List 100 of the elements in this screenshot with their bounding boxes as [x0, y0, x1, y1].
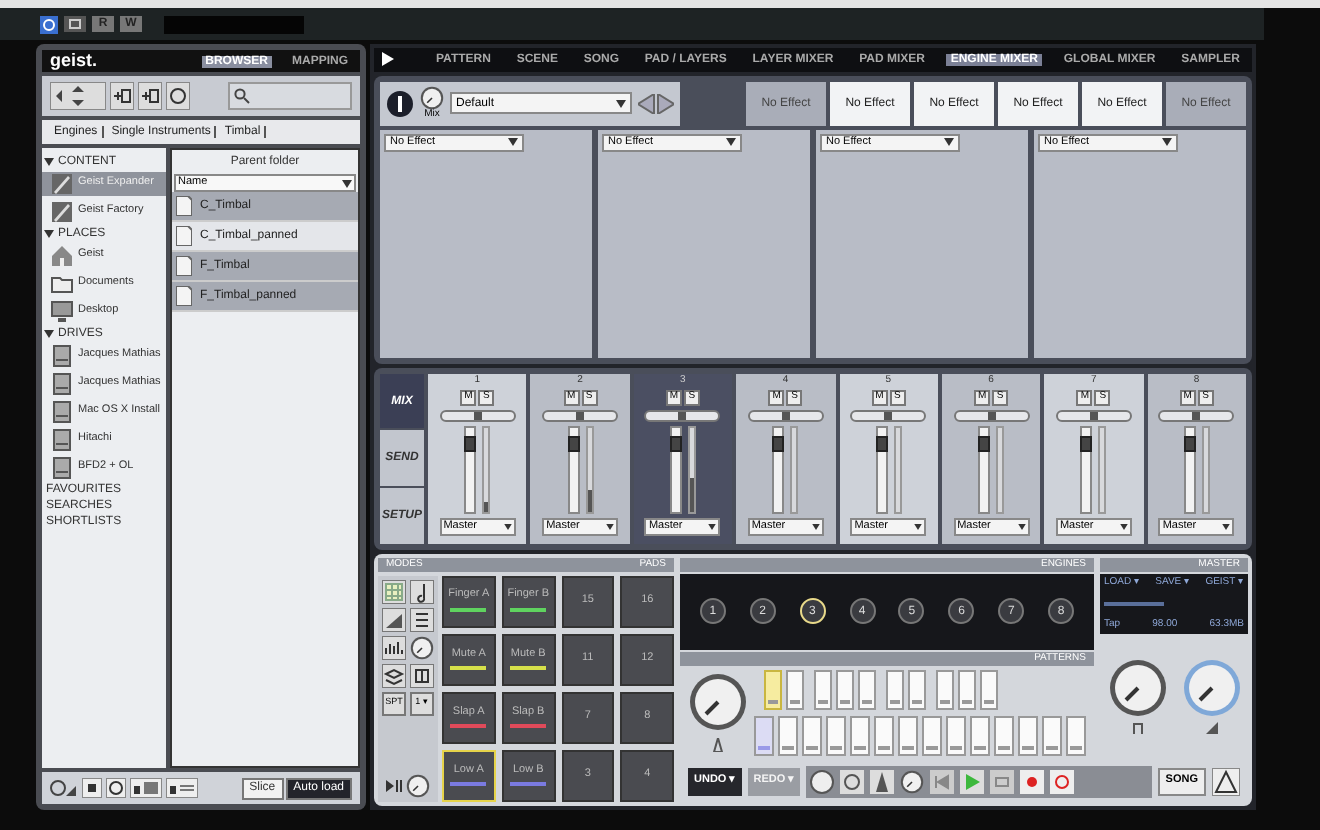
search-field[interactable] — [228, 82, 352, 110]
pattern-button[interactable] — [1018, 715, 1038, 756]
fader-thumb[interactable] — [464, 436, 477, 453]
compare-icon[interactable] — [64, 16, 86, 32]
pan-slider[interactable] — [1158, 409, 1235, 422]
note-icon[interactable] — [410, 579, 434, 604]
split-icon[interactable] — [410, 663, 434, 688]
power-icon[interactable] — [40, 15, 58, 33]
fader-track[interactable] — [772, 425, 785, 514]
knob[interactable] — [1107, 658, 1167, 719]
pan-thumb[interactable] — [1192, 411, 1201, 420]
fader-thumb[interactable] — [978, 436, 991, 453]
play-circle-icon[interactable] — [106, 778, 126, 798]
layers-icon[interactable] — [382, 663, 406, 688]
pattern-button[interactable] — [908, 669, 926, 710]
ramp-icon[interactable] — [382, 607, 406, 632]
pan-thumb[interactable] — [678, 411, 687, 420]
knob[interactable] — [688, 672, 748, 733]
pattern-button[interactable] — [936, 669, 954, 710]
pattern-button[interactable] — [1066, 715, 1086, 756]
fader-thumb[interactable] — [875, 436, 888, 453]
preset-field[interactable] — [164, 15, 304, 33]
nav-arrows-icon[interactable] — [50, 82, 106, 110]
expand-triangle-icon[interactable] — [44, 229, 54, 239]
pattern-button[interactable] — [970, 715, 990, 756]
caret-icon — [914, 523, 923, 530]
metronome-icon[interactable] — [870, 770, 895, 795]
pan-thumb[interactable] — [987, 411, 996, 420]
pan-thumb[interactable] — [884, 411, 893, 420]
pan-thumb[interactable] — [781, 411, 790, 420]
pattern-button[interactable] — [946, 715, 966, 756]
knob[interactable] — [900, 770, 925, 795]
lock-grid-icon[interactable] — [130, 778, 162, 798]
caret-icon — [1162, 138, 1172, 147]
grid-icon[interactable] — [382, 579, 406, 604]
preview-icon[interactable] — [50, 778, 78, 798]
pattern-button[interactable] — [980, 669, 998, 710]
caret-icon — [616, 99, 626, 108]
power-icon[interactable] — [386, 89, 414, 118]
pan-slider[interactable] — [542, 409, 619, 422]
pan-slider[interactable] — [439, 409, 516, 422]
pattern-button[interactable] — [836, 669, 854, 710]
lock-list-icon[interactable] — [166, 778, 198, 798]
pan-slider[interactable] — [850, 409, 927, 422]
stop-icon[interactable] — [82, 778, 102, 798]
pan-slider[interactable] — [953, 409, 1030, 422]
fader-track[interactable] — [567, 425, 580, 514]
knob[interactable] — [420, 86, 444, 111]
pan-slider[interactable] — [644, 409, 721, 422]
fader-thumb[interactable] — [1080, 436, 1093, 453]
play-triangle-icon[interactable] — [382, 52, 394, 67]
prev-next-arrows-icon[interactable] — [638, 93, 674, 114]
pattern-button[interactable] — [898, 715, 918, 756]
fader-track[interactable] — [978, 425, 991, 514]
loop-circle-icon[interactable] — [840, 770, 865, 795]
overdub-icon[interactable] — [1050, 770, 1075, 795]
expand-triangle-icon[interactable] — [44, 157, 54, 167]
pattern-button[interactable] — [826, 715, 846, 756]
fader-thumb[interactable] — [669, 436, 682, 453]
pan-thumb[interactable] — [473, 411, 482, 420]
pan-slider[interactable] — [747, 409, 824, 422]
pattern-button[interactable] — [814, 669, 832, 710]
play-pause-icon[interactable] — [386, 780, 402, 793]
pattern-button[interactable] — [886, 669, 904, 710]
instrument-icon — [50, 172, 74, 196]
list-icon[interactable] — [410, 607, 434, 632]
fader-track[interactable] — [1183, 425, 1196, 514]
pattern-button[interactable] — [874, 715, 894, 756]
progress-drawing — [1104, 601, 1164, 606]
pan-thumb[interactable] — [1089, 411, 1098, 420]
pan-slider[interactable] — [1055, 409, 1132, 422]
pattern-button[interactable] — [802, 715, 822, 756]
add-item-icon[interactable] — [138, 82, 162, 110]
fader-track[interactable] — [464, 425, 477, 514]
pattern-button[interactable] — [858, 669, 876, 710]
record-icon[interactable] — [1020, 770, 1045, 795]
warning-icon[interactable] — [1212, 768, 1240, 797]
knob[interactable] — [406, 774, 430, 799]
expand-triangle-icon[interactable] — [44, 329, 54, 339]
pattern-button[interactable] — [778, 715, 798, 756]
knob[interactable] — [410, 635, 434, 660]
fader-thumb[interactable] — [772, 436, 785, 453]
fader-track[interactable] — [669, 425, 682, 514]
pan-thumb[interactable] — [576, 411, 585, 420]
fader-track[interactable] — [875, 425, 888, 514]
fader-track[interactable] — [1080, 425, 1093, 514]
geist-logo: geist. — [50, 52, 98, 70]
pattern-button[interactable] — [958, 669, 976, 710]
drive-icon — [50, 456, 74, 480]
fader-thumb[interactable] — [567, 436, 580, 453]
pattern-button[interactable] — [786, 669, 804, 710]
waveform-icon[interactable] — [382, 635, 406, 660]
pattern-button[interactable] — [994, 715, 1014, 756]
volume-ramp-icon — [1205, 722, 1217, 735]
dial-icon[interactable] — [810, 770, 835, 795]
pattern-button[interactable] — [850, 715, 870, 756]
pattern-button[interactable] — [922, 715, 942, 756]
pattern-button[interactable] — [1042, 715, 1062, 756]
fader-thumb[interactable] — [1183, 436, 1196, 453]
add-item-icon[interactable] — [110, 82, 134, 110]
